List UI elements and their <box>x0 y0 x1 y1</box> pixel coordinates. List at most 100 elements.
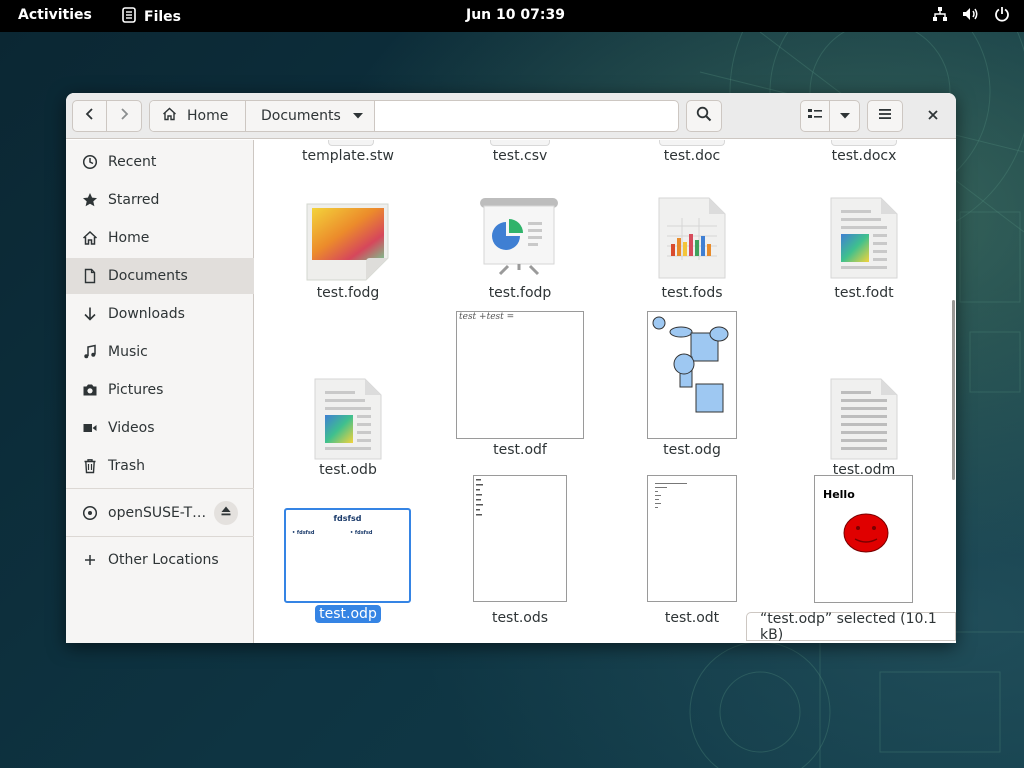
sidebar-item-label: Other Locations <box>108 552 219 568</box>
list-view-icon <box>807 107 823 125</box>
file-name: test.doc <box>663 148 721 164</box>
forward-button[interactable] <box>107 101 141 131</box>
sidebar-item-volume[interactable]: openSUSE-T… <box>66 495 254 531</box>
sidebar-item-pictures[interactable]: Pictures <box>66 372 254 408</box>
file-name: test.fodt <box>834 285 894 301</box>
sidebar-item-label: Pictures <box>108 382 164 398</box>
navigation-buttons <box>72 100 142 132</box>
clock[interactable]: Jun 10 07:39 <box>466 7 565 23</box>
menu-icon <box>878 108 892 124</box>
sidebar-item-label: Recent <box>108 154 157 170</box>
path-bar: Home Documents <box>149 100 679 132</box>
breadcrumb-label: Documents <box>261 108 341 124</box>
file-name: test.odb <box>319 462 377 478</box>
file-thumbnail <box>490 140 550 146</box>
file-thumbnail <box>328 140 374 146</box>
sidebar-item-label: Trash <box>108 458 145 474</box>
app-name: Files <box>144 9 181 25</box>
search-button[interactable] <box>686 100 722 132</box>
file-name-selected: test.odp <box>273 605 423 623</box>
file-name: test.fodg <box>316 285 380 301</box>
main-menu-button[interactable] <box>867 100 903 132</box>
breadcrumb-documents[interactable]: Documents <box>246 101 375 131</box>
network-icon <box>932 6 948 26</box>
sidebar-item-home[interactable]: Home <box>66 220 254 256</box>
selection-status-bar: “test.odp” selected (10.1 kB) <box>746 610 956 643</box>
file-name: template.stw <box>302 148 394 164</box>
file-name: test.fods <box>661 285 723 301</box>
sidebar-item-other-locations[interactable]: Other Locations <box>66 542 254 578</box>
sidebar-item-documents[interactable]: Documents <box>66 258 254 294</box>
breadcrumb-home[interactable]: Home <box>150 101 246 131</box>
sidebar-separator <box>66 536 254 537</box>
activities-button[interactable]: Activities <box>18 7 92 23</box>
file-thumbnail <box>831 140 897 146</box>
file-name: test.odg <box>663 442 721 458</box>
home-icon <box>82 230 98 246</box>
file-name: test.odf <box>493 442 547 458</box>
sidebar-item-label: openSUSE-T… <box>108 505 207 521</box>
sidebar-item-label: Home <box>108 230 150 246</box>
database-file-icon <box>314 378 382 460</box>
file-name: test.fodp <box>488 285 552 301</box>
smiley-face-icon <box>843 513 889 553</box>
path-bar-empty-space[interactable] <box>375 101 678 131</box>
header-bar: Home Documents <box>66 93 956 139</box>
eject-button[interactable] <box>214 501 238 525</box>
trash-icon <box>82 458 98 474</box>
file-name: test.docx <box>831 148 897 164</box>
sidebar-item-trash[interactable]: Trash <box>66 448 254 484</box>
back-button[interactable] <box>73 101 108 131</box>
diagram-thumbnail <box>647 311 737 439</box>
status-text: “test.odp” selected (10.1 kB) <box>760 610 937 643</box>
selected-file-label: test.odp <box>315 605 381 623</box>
breadcrumb-label: Home <box>187 108 229 124</box>
sidebar-item-label: Videos <box>108 420 155 436</box>
search-icon <box>696 106 712 126</box>
text-document-thumbnail <box>647 475 737 602</box>
power-icon <box>994 6 1010 26</box>
chevron-left-icon <box>85 107 95 125</box>
sidebar-item-recent[interactable]: Recent <box>66 144 254 180</box>
file-grid: template.stw test.csv test.doc test.docx… <box>255 140 956 643</box>
master-document-file-icon <box>830 378 898 460</box>
system-status-area[interactable] <box>932 6 1010 26</box>
view-options-group <box>800 100 860 132</box>
clock-icon <box>82 154 98 170</box>
drawing-file-icon <box>306 203 389 281</box>
sidebar-item-label: Starred <box>108 192 160 208</box>
spreadsheet-file-icon <box>658 197 726 279</box>
thumbnail-heading: Hello <box>823 488 855 501</box>
close-button[interactable] <box>921 104 945 128</box>
app-menu[interactable]: Files <box>122 7 181 27</box>
hello-thumbnail: Hello <box>814 475 913 603</box>
sidebar-item-videos[interactable]: Videos <box>66 410 254 446</box>
sidebar-item-music[interactable]: Music <box>66 334 254 370</box>
eject-icon <box>220 505 232 521</box>
sidebar-item-label: Music <box>108 344 148 360</box>
sidebar-item-label: Downloads <box>108 306 185 322</box>
presentation-file-icon <box>480 198 558 276</box>
files-window: Home Documents Recent Starred Home Docum… <box>66 93 956 643</box>
download-icon <box>82 306 98 322</box>
music-icon <box>82 344 98 360</box>
formula-thumbnail: test +test = <box>456 311 584 439</box>
sidebar-item-downloads[interactable]: Downloads <box>66 296 254 332</box>
sidebar-item-starred[interactable]: Starred <box>66 182 254 218</box>
slide-bullet: • fdsfsd <box>350 530 373 536</box>
slide-title: fdsfsd <box>333 514 362 523</box>
top-bar: Activities Files Jun 10 07:39 <box>0 0 1024 32</box>
vertical-scrollbar[interactable] <box>952 300 955 480</box>
home-icon <box>162 107 177 125</box>
file-name: test.odt <box>664 610 720 626</box>
presentation-thumbnail: fdsfsd • fdsfsd • fdsfsd <box>284 508 411 603</box>
text-document-file-icon <box>830 197 898 279</box>
view-options-button[interactable] <box>830 101 859 131</box>
plus-icon <box>82 552 98 568</box>
formula-text: test +test = <box>459 312 515 322</box>
camera-icon <box>82 382 98 398</box>
view-toggle-button[interactable] <box>801 101 831 131</box>
volume-icon <box>962 6 980 26</box>
file-name: test.ods <box>491 610 549 626</box>
files-app-icon <box>122 7 136 27</box>
